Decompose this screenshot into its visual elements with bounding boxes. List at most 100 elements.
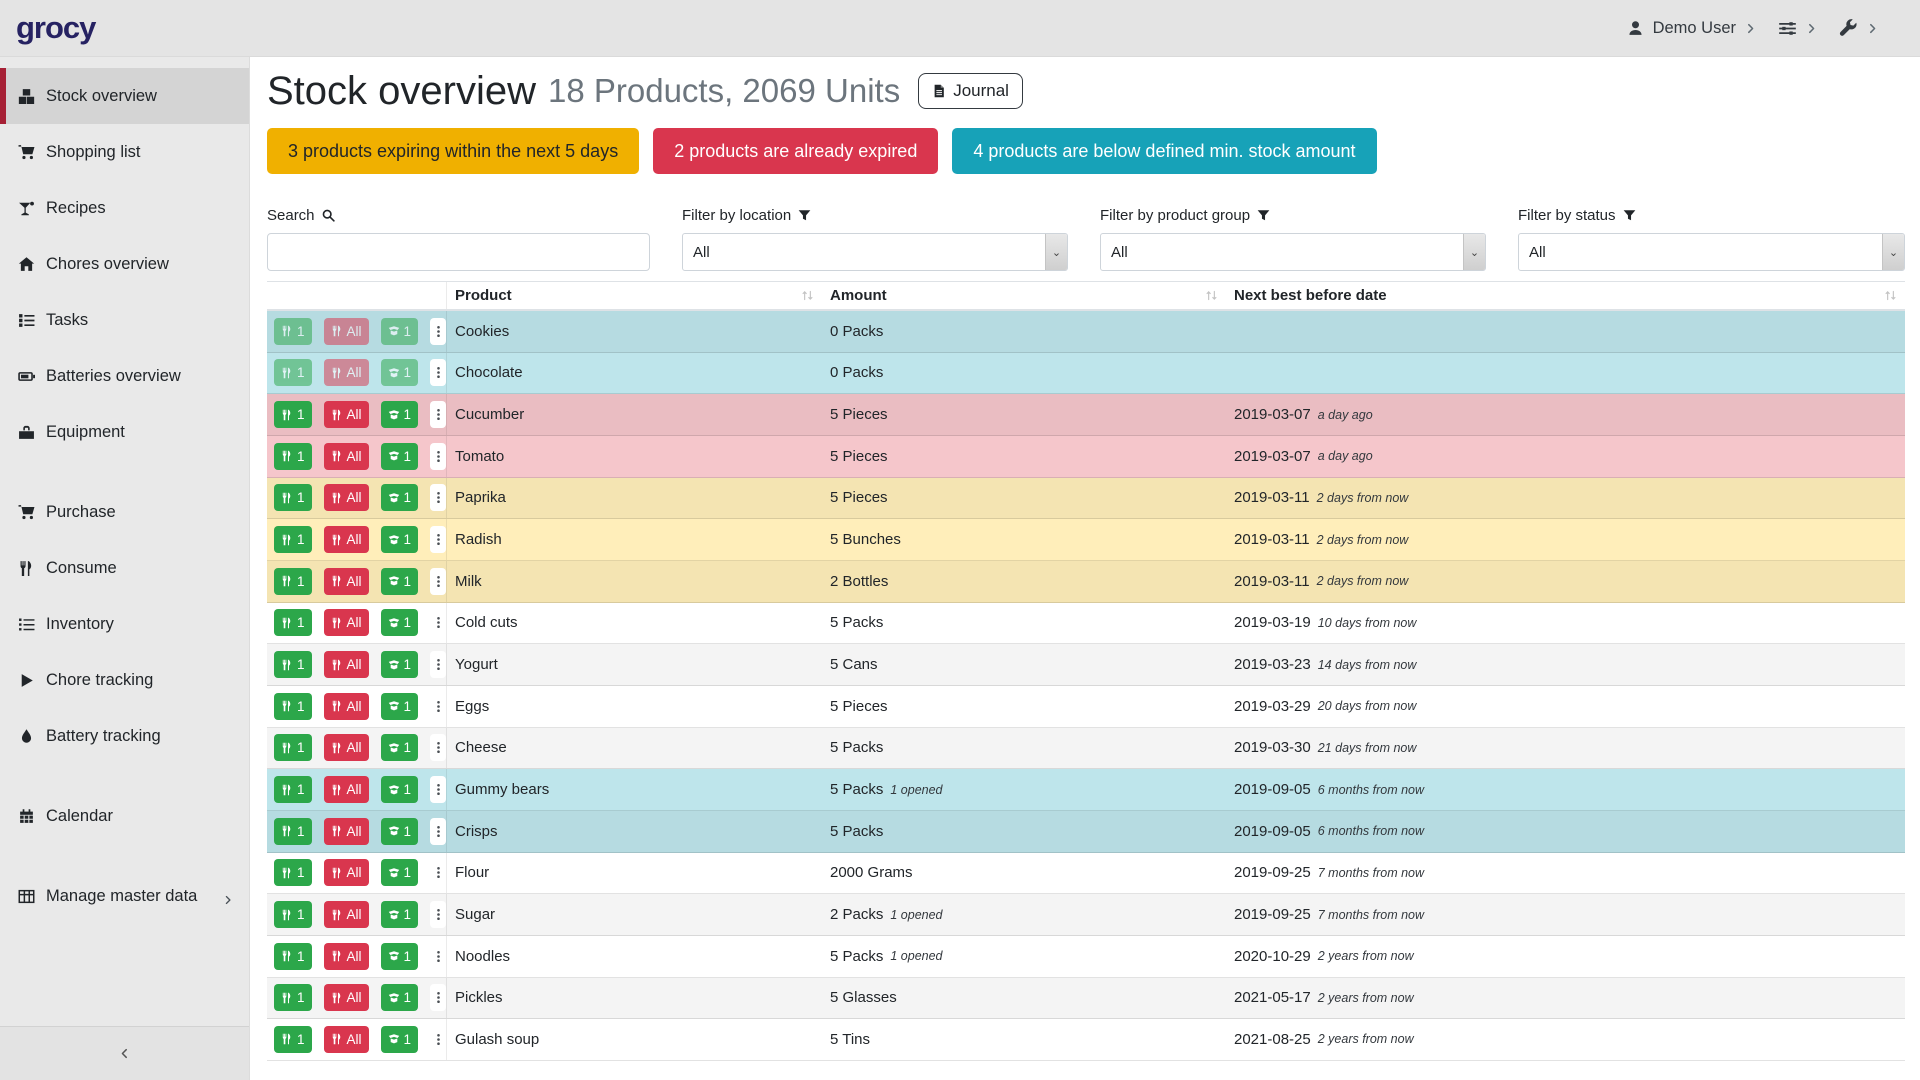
consume-all-button[interactable]: All	[324, 568, 369, 595]
row-menu-button[interactable]	[430, 401, 446, 428]
sort-icon[interactable]	[801, 289, 814, 302]
consume-all-button[interactable]: All	[324, 1026, 369, 1053]
row-menu-button[interactable]	[430, 484, 446, 511]
open-one-button[interactable]: 1	[381, 526, 419, 553]
settings-menu[interactable]	[1778, 19, 1817, 38]
row-menu-button[interactable]	[430, 359, 446, 386]
open-one-button[interactable]: 1	[381, 776, 419, 803]
row-menu-button[interactable]	[430, 526, 446, 553]
consume-all-button[interactable]: All	[324, 943, 369, 970]
consume-one-button[interactable]: 1	[274, 1026, 312, 1053]
user-menu[interactable]: Demo User	[1627, 19, 1756, 38]
row-menu-button[interactable]	[430, 1026, 446, 1053]
row-menu-button[interactable]	[430, 443, 446, 470]
open-one-button[interactable]: 1	[381, 609, 419, 636]
filter-status-select[interactable]: All ⌄	[1518, 233, 1905, 271]
consume-one-button[interactable]: 1	[274, 318, 312, 345]
consume-one-button[interactable]: 1	[274, 443, 312, 470]
sort-icon[interactable]	[1205, 289, 1218, 302]
consume-one-button[interactable]: 1	[274, 818, 312, 845]
open-one-button[interactable]: 1	[381, 818, 419, 845]
row-menu-button[interactable]	[430, 901, 446, 928]
sidebar-item-chore-tracking[interactable]: Chore tracking	[0, 652, 249, 708]
sidebar-collapse-button[interactable]	[0, 1026, 249, 1080]
consume-all-button[interactable]: All	[324, 609, 369, 636]
consume-all-button[interactable]: All	[324, 318, 369, 345]
consume-one-button[interactable]: 1	[274, 776, 312, 803]
sidebar-item-stock-overview[interactable]: Stock overview	[0, 68, 249, 124]
sidebar-item-purchase[interactable]: Purchase	[0, 484, 249, 540]
open-one-button[interactable]: 1	[381, 401, 419, 428]
consume-one-button[interactable]: 1	[274, 568, 312, 595]
consume-all-button[interactable]: All	[324, 484, 369, 511]
row-menu-button[interactable]	[430, 568, 446, 595]
row-menu-button[interactable]	[430, 859, 446, 886]
journal-button[interactable]: Journal	[918, 73, 1023, 109]
open-one-button[interactable]: 1	[381, 484, 419, 511]
row-menu-button[interactable]	[430, 609, 446, 636]
row-menu-button[interactable]	[430, 776, 446, 803]
open-one-button[interactable]: 1	[381, 318, 419, 345]
sidebar-item-chores-overview[interactable]: Chores overview	[0, 236, 249, 292]
consume-all-button[interactable]: All	[324, 359, 369, 386]
header-amount-column[interactable]: Amount	[822, 282, 1226, 309]
open-one-button[interactable]: 1	[381, 943, 419, 970]
open-one-button[interactable]: 1	[381, 734, 419, 761]
sort-icon[interactable]	[1884, 289, 1897, 302]
consume-all-button[interactable]: All	[324, 443, 369, 470]
consume-all-button[interactable]: All	[324, 859, 369, 886]
filter-location-select[interactable]: All ⌄	[682, 233, 1068, 271]
alert-below-min-stock-button[interactable]: 4 products are below defined min. stock …	[952, 128, 1376, 174]
consume-all-button[interactable]: All	[324, 401, 369, 428]
row-menu-button[interactable]	[430, 693, 446, 720]
alert-expiring-button[interactable]: 3 products expiring within the next 5 da…	[267, 128, 639, 174]
open-one-button[interactable]: 1	[381, 651, 419, 678]
row-menu-button[interactable]	[430, 943, 446, 970]
row-menu-button[interactable]	[430, 734, 446, 761]
consume-one-button[interactable]: 1	[274, 984, 312, 1011]
consume-one-button[interactable]: 1	[274, 859, 312, 886]
row-menu-button[interactable]	[430, 984, 446, 1011]
consume-one-button[interactable]: 1	[274, 484, 312, 511]
consume-all-button[interactable]: All	[324, 776, 369, 803]
consume-one-button[interactable]: 1	[274, 943, 312, 970]
sidebar-item-recipes[interactable]: Recipes	[0, 180, 249, 236]
sidebar-item-calendar[interactable]: Calendar	[0, 788, 249, 844]
open-one-button[interactable]: 1	[381, 859, 419, 886]
consume-all-button[interactable]: All	[324, 818, 369, 845]
consume-one-button[interactable]: 1	[274, 693, 312, 720]
consume-all-button[interactable]: All	[324, 984, 369, 1011]
consume-one-button[interactable]: 1	[274, 901, 312, 928]
sidebar-item-battery-tracking[interactable]: Battery tracking	[0, 708, 249, 764]
search-input[interactable]	[267, 233, 650, 271]
open-one-button[interactable]: 1	[381, 693, 419, 720]
header-product-column[interactable]: Product	[447, 282, 822, 309]
sidebar-item-equipment[interactable]: Equipment	[0, 404, 249, 460]
open-one-button[interactable]: 1	[381, 568, 419, 595]
open-one-button[interactable]: 1	[381, 359, 419, 386]
consume-all-button[interactable]: All	[324, 651, 369, 678]
row-menu-button[interactable]	[430, 651, 446, 678]
consume-all-button[interactable]: All	[324, 901, 369, 928]
consume-one-button[interactable]: 1	[274, 734, 312, 761]
sidebar-item-manage-master-data[interactable]: Manage master data	[0, 868, 249, 924]
consume-one-button[interactable]: 1	[274, 651, 312, 678]
admin-menu[interactable]	[1839, 19, 1878, 38]
sidebar-item-inventory[interactable]: Inventory	[0, 596, 249, 652]
row-menu-button[interactable]	[430, 318, 446, 345]
open-one-button[interactable]: 1	[381, 984, 419, 1011]
sidebar-item-tasks[interactable]: Tasks	[0, 292, 249, 348]
consume-one-button[interactable]: 1	[274, 526, 312, 553]
row-menu-button[interactable]	[430, 818, 446, 845]
open-one-button[interactable]: 1	[381, 901, 419, 928]
consume-one-button[interactable]: 1	[274, 359, 312, 386]
consume-one-button[interactable]: 1	[274, 609, 312, 636]
sidebar-item-shopping-list[interactable]: Shopping list	[0, 124, 249, 180]
consume-one-button[interactable]: 1	[274, 401, 312, 428]
sidebar-item-consume[interactable]: Consume	[0, 540, 249, 596]
alert-expired-button[interactable]: 2 products are already expired	[653, 128, 938, 174]
consume-all-button[interactable]: All	[324, 734, 369, 761]
open-one-button[interactable]: 1	[381, 1026, 419, 1053]
header-best-before-column[interactable]: Next best before date	[1226, 282, 1905, 309]
consume-all-button[interactable]: All	[324, 526, 369, 553]
